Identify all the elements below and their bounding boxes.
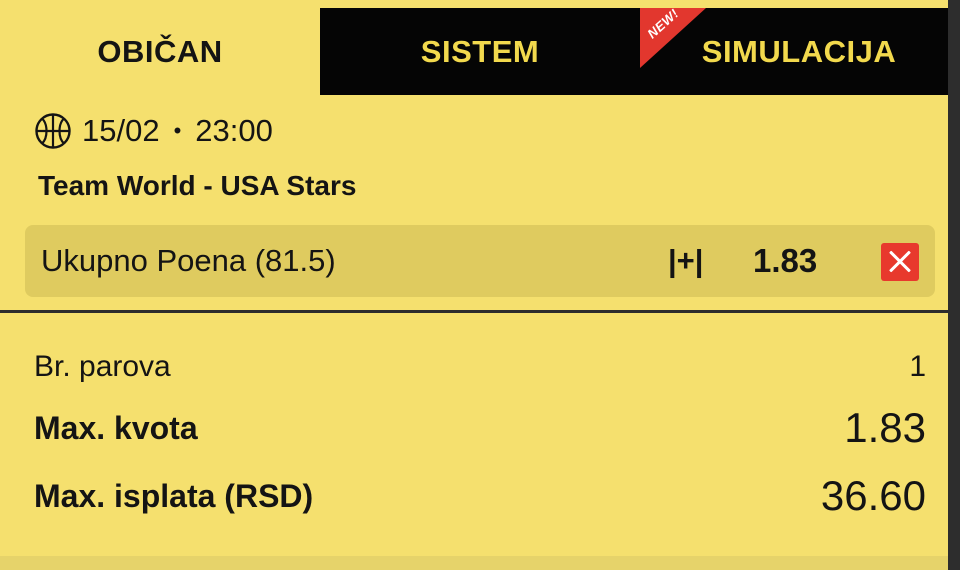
tab-sistem[interactable]: SISTEM [320,8,640,95]
basketball-icon [35,113,71,149]
selection-row: Ukupno Poena (81.5) |+| 1.83 [25,225,935,297]
tab-obican-label: OBIČAN [97,33,223,69]
max-payout-row: Max. isplata (RSD) 36.60 [34,470,926,522]
event-time: 23:00 [195,113,273,148]
selection-market: Ukupno Poena (81.5) [41,243,336,278]
event-date: 15/02 [82,113,160,148]
selection-odd: 1.83 [753,242,818,279]
event-datetime: 15/02 • 23:00 [34,110,273,152]
right-edge [948,0,960,570]
bottom-band [0,556,948,570]
max-quota-label: Max. kvota [34,409,198,446]
betslip-tabs: OBIČAN SISTEM NEW! SIMULACIJA [0,8,948,95]
divider [0,310,948,313]
max-quota-value: 1.83 [844,404,926,451]
max-payout-label: Max. isplata (RSD) [34,477,314,514]
pairs-count-label: Br. parova [34,350,171,383]
date-time-separator: • [173,118,182,143]
betslip-panel: OBIČAN SISTEM NEW! SIMULACIJA 15/02 • 23… [0,0,948,570]
pairs-count-value: 1 [909,350,926,383]
selection-pick: |+| [668,243,704,278]
pairs-count-row: Br. parova 1 [34,345,926,389]
tab-obican[interactable]: OBIČAN [0,8,320,95]
tab-simulacija-label: SIMULACIJA [701,33,897,69]
match-name: Team World - USA Stars [38,170,357,201]
max-payout-value: 36.60 [820,472,926,519]
tab-sistem-label: SISTEM [420,33,540,69]
tab-simulacija[interactable]: NEW! SIMULACIJA [640,8,948,95]
close-icon[interactable] [881,243,919,281]
max-quota-row: Max. kvota 1.83 [34,402,926,454]
